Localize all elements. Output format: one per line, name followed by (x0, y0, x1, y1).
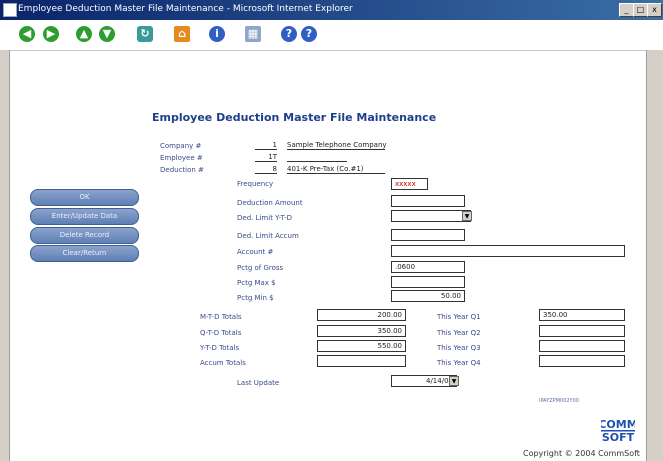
ie-app-icon (3, 3, 17, 17)
deduction-amount-input[interactable] (391, 195, 465, 207)
this-year-q4-field[interactable] (539, 355, 625, 367)
ytd-totals-label: Y-T-D Totals (200, 344, 240, 352)
back-icon[interactable]: ◀ (19, 26, 35, 42)
company-label: Company # (160, 142, 202, 150)
up-icon[interactable]: ▲ (76, 26, 92, 42)
deduction-number: 8 (255, 165, 277, 174)
page-title: Employee Deduction Master File Maintenan… (152, 111, 437, 124)
pctg-gross-input[interactable]: .0600 (391, 261, 465, 273)
pctg-max-label: Pctg Max $ (237, 279, 276, 287)
last-update-label: Last Update (237, 379, 280, 387)
calendar-icon[interactable]: ▦ (245, 26, 261, 42)
clear-return-button[interactable]: Clear/Return (30, 245, 139, 262)
ok-button[interactable]: OK (30, 189, 139, 206)
last-update-field[interactable]: 4/14/04 (391, 375, 457, 387)
employee-name-underline (287, 161, 347, 162)
maximize-icon[interactable]: □ (633, 3, 648, 17)
this-year-q3-field[interactable] (539, 340, 625, 352)
mtd-totals-field[interactable]: 200.00 (317, 309, 406, 321)
logo-text-line2: SOFT (602, 431, 635, 444)
company-name: Sample Telephone Company (287, 141, 387, 150)
deduction-amount-label: Deduction Amount (237, 199, 303, 207)
employee-label: Employee # (160, 154, 203, 162)
this-year-q3-label: This Year Q3 (437, 344, 481, 352)
browser-toolbar: ◀ ▶ ▲ ▼ ↻ ⌂ i ▦ ? ? (0, 20, 663, 51)
account-label: Account # (237, 248, 274, 256)
help-icon[interactable]: ? (281, 26, 297, 42)
account-input[interactable] (391, 245, 625, 257)
refresh-icon[interactable]: ↻ (137, 26, 153, 42)
this-year-q1-label: This Year Q1 (437, 313, 481, 321)
qtd-totals-label: Q-T-D Totals (200, 329, 242, 337)
company-number: 1 (255, 141, 277, 150)
frequency-label: Frequency (237, 180, 274, 188)
ded-limit-ytd-select[interactable] (391, 210, 471, 222)
qtd-totals-field[interactable]: 350.00 (317, 325, 406, 337)
program-id: IPAYZPM002Y00 (539, 398, 579, 404)
this-year-q2-label: This Year Q2 (437, 329, 481, 337)
pctg-min-label: Pctg Min $ (237, 294, 274, 302)
logo-text-line1: COMM (601, 418, 635, 431)
chevron-down-icon[interactable]: ▼ (462, 211, 472, 221)
this-year-q1-field[interactable]: 350.00 (539, 309, 625, 321)
pctg-gross-label: Pctg of Gross (237, 264, 284, 272)
deduction-name: 401-K Pre-Tax (Co.#1) (287, 165, 385, 174)
copyright-text: Copyright © 2004 CommSoft (523, 449, 640, 458)
pctg-min-input[interactable]: 50.00 (391, 290, 465, 302)
this-year-q4-label: This Year Q4 (437, 359, 481, 367)
ded-limit-accum-label: Ded. Limit Accum (237, 232, 299, 240)
question-icon[interactable]: ? (301, 26, 317, 42)
down-icon[interactable]: ▼ (99, 26, 115, 42)
mtd-totals-label: M-T-D Totals (200, 313, 242, 321)
ytd-totals-field[interactable]: 550.00 (317, 340, 406, 352)
commsoft-logo: COMM SOFT (601, 416, 635, 444)
enter-update-button[interactable]: Enter/Update Data (30, 208, 139, 225)
window-titlebar: Employee Deduction Master File Maintenan… (0, 0, 663, 20)
this-year-q2-field[interactable] (539, 325, 625, 337)
pctg-max-input[interactable] (391, 276, 465, 288)
frequency-field[interactable]: xxxxx (391, 178, 428, 190)
delete-record-button[interactable]: Delete Record (30, 227, 139, 244)
close-icon[interactable]: x (647, 3, 662, 17)
window-title: Employee Deduction Master File Maintenan… (18, 4, 353, 14)
accum-totals-field[interactable] (317, 355, 406, 367)
info-icon[interactable]: i (209, 26, 225, 42)
chevron-down-icon[interactable]: ▼ (449, 376, 459, 386)
vertical-scrollbar[interactable] (646, 50, 663, 461)
employee-number: 1T (255, 153, 277, 162)
minimize-icon[interactable]: _ (619, 3, 634, 17)
forward-icon[interactable]: ▶ (43, 26, 59, 42)
ded-limit-ytd-label: Ded. Limit Y-T-D (237, 214, 293, 222)
window-border-left (0, 50, 10, 461)
ded-limit-accum-input[interactable] (391, 229, 465, 241)
deduction-label: Deduction # (160, 166, 204, 174)
accum-totals-label: Accum Totals (200, 359, 246, 367)
home-icon[interactable]: ⌂ (174, 26, 190, 42)
